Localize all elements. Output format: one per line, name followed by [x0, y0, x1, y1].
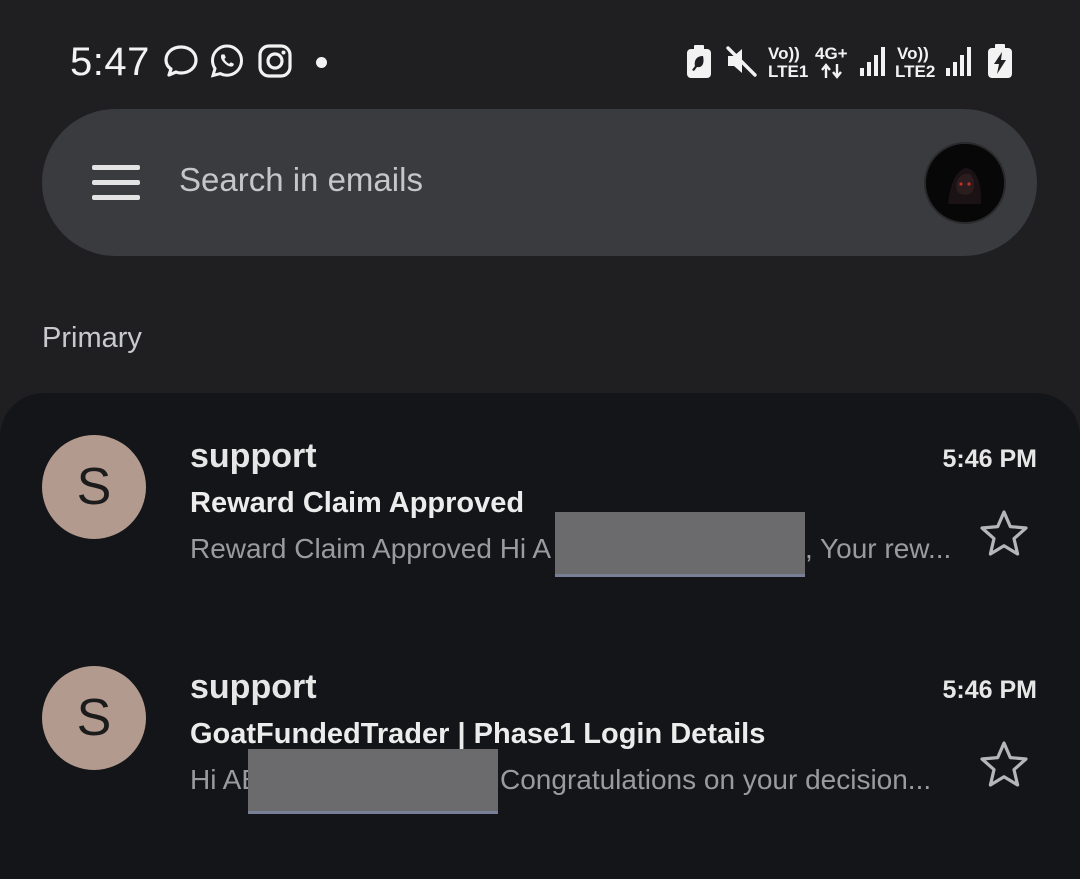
battery-charging-icon	[988, 44, 1012, 78]
star-icon[interactable]	[978, 739, 1030, 791]
email-snippet-start: Reward Claim Approved Hi A	[190, 533, 552, 564]
instagram-icon	[258, 44, 292, 78]
email-list: S support 5:46 PM Reward Claim Approved …	[0, 393, 1080, 879]
email-snippet-end: , Your rew...	[805, 533, 952, 564]
notification-dot	[316, 57, 327, 68]
sim1-label: LTE1	[768, 62, 809, 81]
battery-saver-icon	[687, 45, 711, 78]
sim2-volte: Vo))	[897, 44, 929, 63]
sender-avatar[interactable]: S	[42, 435, 146, 539]
data-activity-icon	[821, 63, 842, 79]
menu-icon[interactable]	[92, 165, 140, 201]
sim2-label: LTE2	[895, 62, 936, 81]
search-input[interactable]: Search in emails	[179, 161, 423, 199]
signal-sim2-icon	[946, 47, 971, 76]
status-bar: 5:47 Vo)) LTE1 4G+ Vo)) LTE2	[0, 0, 1080, 110]
signal-sim1-icon	[860, 47, 885, 76]
search-bar[interactable]: Search in emails	[42, 109, 1037, 256]
email-time: 5:46 PM	[942, 676, 1037, 704]
sender-avatar[interactable]: S	[42, 666, 146, 770]
email-row[interactable]: S support 5:46 PM Reward Claim Approved …	[0, 393, 1080, 593]
email-subject: GoatFundedTrader | Phase1 Login Details	[190, 718, 766, 750]
avatar-image-icon	[926, 144, 1004, 222]
network-type: 4G+	[815, 44, 848, 63]
email-snippet-end: Congratulations on your decision...	[500, 764, 932, 795]
email-subject: Reward Claim Approved	[190, 487, 525, 519]
email-row[interactable]: S support 5:46 PM GoatFundedTrader | Pha…	[0, 624, 1080, 824]
redaction-box	[248, 749, 498, 811]
mute-icon	[726, 46, 757, 77]
whatsapp-icon	[210, 44, 244, 78]
sender-name: support	[190, 437, 317, 475]
email-time: 5:46 PM	[942, 445, 1037, 473]
redaction-box	[555, 512, 805, 574]
sender-name: support	[190, 668, 317, 706]
messages-icon	[164, 45, 198, 77]
star-icon[interactable]	[978, 508, 1030, 560]
clock: 5:47	[70, 40, 150, 84]
account-avatar[interactable]	[924, 142, 1006, 224]
section-label-primary: Primary	[42, 322, 142, 354]
sim1-volte: Vo))	[768, 44, 800, 63]
